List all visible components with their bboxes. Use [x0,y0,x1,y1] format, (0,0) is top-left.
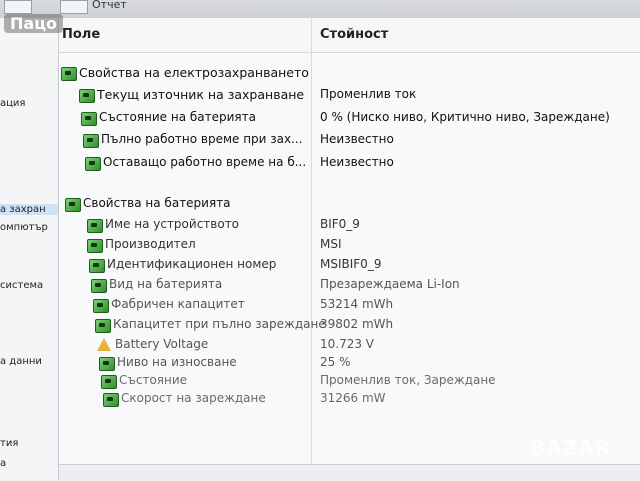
battery-icon [91,279,107,293]
row-label: Оставащо работно време на б... [103,155,307,169]
row-label: Фабричен капацитет [111,297,245,311]
table-row[interactable]: Вид на батерията Презареждаема Li-Ion [91,277,619,297]
row-value: BIF0_9 [320,217,360,231]
row-label: Ниво на износване [117,355,237,369]
sidebar-item[interactable]: а [0,458,6,469]
row-value: Неизвестно [320,132,394,146]
row-value: 25 % [320,355,351,369]
sidebar-item[interactable]: система [0,280,43,291]
sidebar-item[interactable]: тия [0,438,18,449]
details-pane: Поле Стойност Свойства на електрозахранв… [59,18,640,481]
table-row[interactable]: Battery Voltage 10.723 V [97,337,619,357]
table-row[interactable]: Скорост на зареждане 31266 mW [103,391,619,411]
sidebar-item[interactable]: омпютър [0,222,48,233]
row-label: Пълно работно време при зах... [101,132,303,146]
battery-icon [83,134,99,148]
table-row[interactable]: Име на устройството BIF0_9 [87,217,619,237]
row-label: Battery Voltage [115,337,209,351]
sidebar: ация а захран омпютър система а данни ти… [0,18,59,480]
row-value: Неизвестно [320,155,394,169]
table-row[interactable]: Ниво на износване 25 % [99,355,619,375]
toolbar-button[interactable] [4,0,32,14]
battery-icon [101,375,117,389]
row-label: Име на устройството [105,217,240,231]
battery-icon [95,319,111,333]
battery-icon [99,357,115,371]
table-row[interactable]: Свойства на батерията [65,196,619,216]
battery-icon [87,239,103,253]
row-label: Скорост на зареждане [121,391,266,405]
battery-icon [87,219,103,233]
battery-icon [89,259,105,273]
battery-icon [93,299,109,313]
row-label: Капацитет при пълно зареждане [113,317,326,331]
battery-icon [61,67,77,81]
horizontal-scrollbar[interactable] [59,464,640,481]
sidebar-item[interactable]: ация [0,98,25,109]
sidebar-item[interactable]: а данни [0,356,42,367]
battery-icon [85,157,101,171]
value-column-header[interactable]: Стойност [320,27,388,42]
warning-icon [97,338,111,351]
report-icon[interactable] [60,0,88,14]
row-label: Състояние на батерията [99,110,256,124]
row-label: Вид на батерията [109,277,223,291]
row-value: Променлив ток, Зареждане [320,373,496,387]
table-row[interactable]: Фабричен капацитет 53214 mWh [93,297,619,317]
table-row[interactable]: Производител MSI [87,237,619,257]
table-row[interactable]: Свойства на електрозахранването [61,65,619,85]
row-value: 0 % (Ниско ниво, Критично ниво, Зареждан… [320,110,610,124]
table-row[interactable]: Капацитет при пълно зареждане 39802 mWh [95,317,619,337]
row-label: Производител [105,237,196,251]
table-row[interactable]: Оставащо работно време на б... Неизвестно [85,155,619,175]
column-header: Поле Стойност [59,18,640,53]
sidebar-item-power[interactable]: а захран [0,204,58,215]
row-label: Идентификационен номер [107,257,277,271]
row-label: Свойства на електрозахранването [79,65,309,80]
table-row[interactable]: Състояние Променлив ток, Зареждане [101,373,619,393]
watermark-label: Пацо [4,14,64,33]
table-row[interactable]: Текущ източник на захранване Променлив то… [79,87,619,107]
battery-icon [81,112,97,126]
field-column-header[interactable]: Поле [62,27,100,42]
row-value: 39802 mWh [320,317,394,331]
row-label: Свойства на батерията [83,196,231,210]
row-value: Променлив ток [320,87,417,101]
battery-icon [103,393,119,407]
table-row[interactable]: Идентификационен номер MSIBIF0_9 [89,257,619,277]
bazar-logo: BAZAR [530,436,612,460]
row-value: Презареждаема Li-Ion [320,277,460,291]
row-value: 10.723 V [320,337,375,351]
row-label: Състояние [119,373,188,387]
top-toolbar: Отчет [0,0,640,19]
battery-icon [65,198,81,212]
table-row[interactable]: Състояние на батерията 0 % (Ниско ниво, К… [81,110,619,130]
row-label: Текущ източник на захранване [97,87,305,102]
report-tab-label[interactable]: Отчет [92,0,127,11]
battery-icon [79,89,95,103]
row-value: MSIBIF0_9 [320,257,382,271]
table-row[interactable]: Пълно работно време при зах... Неизвестно [83,132,619,152]
row-value: MSI [320,237,342,251]
row-value: 31266 mW [320,391,386,405]
row-value: 53214 mWh [320,297,394,311]
